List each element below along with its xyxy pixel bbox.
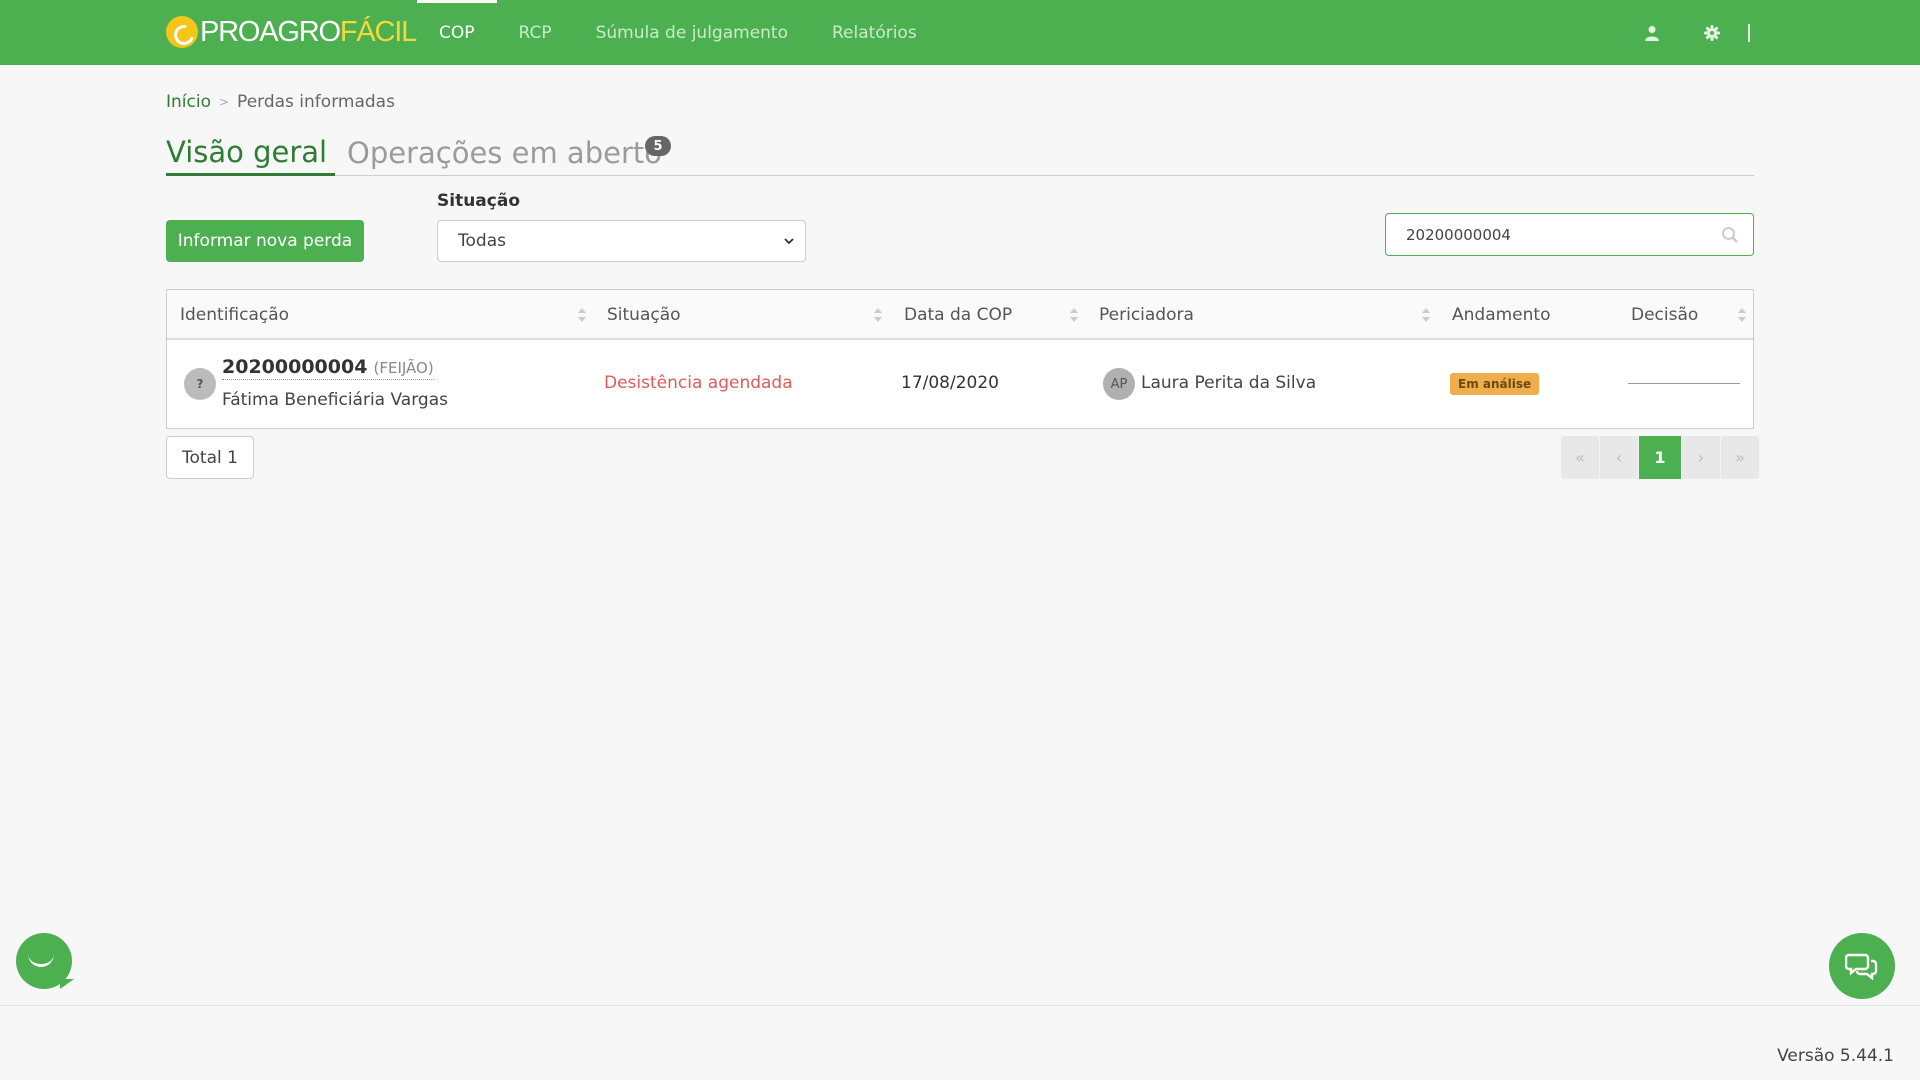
breadcrumb: Início > Perdas informadas	[166, 92, 395, 112]
table-row[interactable]: ? 20200000004 (FEIJÃO) Fátima Beneficiár…	[167, 340, 1753, 428]
chat-bubbles-icon[interactable]	[1829, 933, 1895, 999]
gear-icon[interactable]	[1702, 23, 1722, 43]
status-filter-value: Todas	[458, 231, 506, 251]
brand-name-part2: FÁCIL	[339, 15, 417, 48]
current-page-button[interactable]: 1	[1639, 436, 1682, 479]
chat-widget-left-icon[interactable]	[16, 933, 74, 989]
loss-id: 20200000004	[222, 356, 368, 378]
unknown-status-icon: ?	[184, 368, 216, 400]
last-page-button[interactable]: »	[1721, 436, 1760, 479]
nav-item-sumula[interactable]: Súmula de julgamento	[574, 0, 810, 65]
nav-item-rcp[interactable]: RCP	[497, 0, 574, 65]
open-operations-count-badge: 5	[645, 136, 671, 156]
nav-item-relatorios[interactable]: Relatórios	[810, 0, 939, 65]
first-page-button[interactable]: «	[1561, 436, 1600, 479]
chevron-down-icon	[784, 238, 794, 245]
decision-placeholder	[1628, 383, 1740, 384]
crop-name: (FEIJÃO)	[373, 359, 434, 377]
column-header-situacao[interactable]: Situação	[607, 290, 681, 340]
top-navbar: PROAGRO FÁCIL COP RCP Súmula de julgament…	[0, 0, 1920, 65]
total-count: Total 1	[166, 436, 254, 479]
avatar: AP	[1103, 368, 1135, 400]
column-header-andamento: Andamento	[1452, 305, 1551, 325]
separator	[1748, 23, 1750, 42]
loss-id-link[interactable]: 20200000004 (FEIJÃO)	[222, 356, 434, 380]
column-header-identificacao[interactable]: Identificação	[180, 290, 289, 340]
status-filter-label: Situação	[437, 191, 520, 211]
table-header: Identificação Situação Data da COP Peric…	[167, 290, 1753, 340]
sort-icon[interactable]	[1421, 306, 1431, 324]
losses-table: Identificação Situação Data da COP Peric…	[166, 289, 1754, 429]
view-tabs: Visão geral Operações em aberto 5	[166, 130, 1754, 176]
sort-icon[interactable]	[577, 306, 587, 324]
nav-item-cop[interactable]: COP	[417, 0, 497, 65]
user-icon[interactable]	[1642, 23, 1662, 43]
app-version: Versão 5.44.1	[1777, 1046, 1894, 1066]
top-actions	[1642, 0, 1750, 65]
search-input[interactable]: 20200000004	[1385, 213, 1754, 256]
breadcrumb-current: Perdas informadas	[237, 92, 395, 112]
expert-name: Laura Perita da Silva	[1141, 373, 1317, 393]
prev-page-button[interactable]: ‹	[1600, 436, 1639, 479]
search-icon[interactable]	[1721, 226, 1739, 244]
status-filter-select[interactable]: Todas	[437, 220, 806, 262]
tab-visao-geral[interactable]: Visão geral	[166, 130, 336, 176]
logo-icon	[166, 16, 198, 48]
brand-logo[interactable]: PROAGRO FÁCIL	[166, 10, 417, 54]
new-loss-button[interactable]: Informar nova perda	[166, 220, 364, 262]
pagination: « ‹ 1 › »	[1561, 436, 1760, 479]
sort-icon[interactable]	[1069, 306, 1079, 324]
cop-date: 17/08/2020	[901, 373, 999, 393]
next-page-button[interactable]: ›	[1682, 436, 1721, 479]
beneficiary-name: Fátima Beneficiária Vargas	[222, 390, 448, 410]
main-nav: COP RCP Súmula de julgamento Relatórios	[417, 0, 939, 65]
brand-name-part1: PROAGRO	[200, 15, 341, 48]
column-header-data-cop[interactable]: Data da COP	[904, 290, 1012, 340]
tab-operacoes-em-aberto[interactable]: Operações em aberto	[347, 130, 662, 176]
column-header-decisao[interactable]: Decisão	[1631, 290, 1698, 340]
column-header-periciadora[interactable]: Periciadora	[1099, 290, 1194, 340]
status-text: Desistência agendada	[604, 373, 793, 393]
breadcrumb-home-link[interactable]: Início	[166, 92, 211, 112]
search-input-value: 20200000004	[1406, 225, 1511, 244]
breadcrumb-separator-icon: >	[218, 95, 230, 109]
footer: Versão 5.44.1	[0, 1005, 1920, 1080]
progress-badge: Em análise	[1450, 373, 1540, 395]
sort-icon[interactable]	[1737, 306, 1747, 324]
sort-icon[interactable]	[873, 306, 883, 324]
